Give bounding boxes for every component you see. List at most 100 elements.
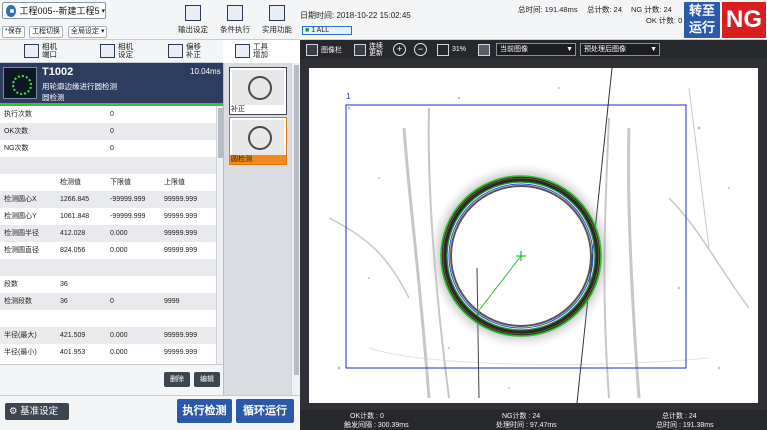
- row-value: 0: [110, 128, 114, 135]
- row-lower: 0.000: [110, 349, 128, 356]
- row-label: 检测段数: [4, 298, 32, 305]
- crosshair-icon: [478, 43, 490, 56]
- refresh-icon: [354, 43, 366, 56]
- row-upper: 99999.999: [164, 332, 198, 339]
- add-tool-icon: [235, 44, 250, 58]
- continuous-update-button[interactable]: 连续更新: [354, 42, 385, 57]
- inspection-image[interactable]: [309, 68, 758, 403]
- save-button[interactable]: *保存: [2, 26, 25, 38]
- row-label: NG次数: [4, 145, 29, 152]
- chevron-down-icon: ▼: [566, 46, 573, 53]
- row-upper: 99999.999: [164, 247, 198, 254]
- output-settings-button[interactable]: 输出设定: [173, 1, 213, 39]
- row-lower: -99999.999: [110, 196, 146, 203]
- total-time: 总时间: 191.48ms: [518, 5, 578, 14]
- row-label: 段数: [4, 281, 18, 288]
- edit-button[interactable]: 编辑: [194, 372, 220, 387]
- camera-icon: [24, 44, 39, 58]
- tool-subtitle: 圆检测: [42, 93, 65, 102]
- preprocess-image-select[interactable]: 预处理后图像 ▼: [580, 43, 660, 56]
- camera-settings-icon: [100, 44, 115, 58]
- thumbnail-compensation[interactable]: 补正: [229, 67, 287, 115]
- thumbnail-circle-detect[interactable]: 圆检测: [229, 117, 287, 165]
- export-icon: [185, 5, 201, 21]
- crosshair-button[interactable]: [478, 42, 493, 57]
- table-row[interactable]: 段数 36: [0, 276, 216, 293]
- thumbnail-scrollbar[interactable]: [291, 63, 300, 395]
- image-bar-button[interactable]: 图像栏: [306, 42, 342, 57]
- table-row[interactable]: 半径(最小) 401.953 0.000 99999.999: [0, 344, 216, 361]
- image-bar-label: 图像栏: [321, 46, 342, 54]
- tool-card[interactable]: T1002 10.04ms 用轮廓边缘进行圆检测 圆检测: [0, 63, 223, 106]
- project-title: 工程005--新建工程5: [19, 6, 100, 16]
- camera-settings-button[interactable]: 相机设定: [100, 40, 138, 62]
- detail-panel: 执行次数 0 OK次数 0 NG次数 0 检测值 下限值 上限值 检测圆心X 1…: [0, 106, 216, 364]
- camera-port-button[interactable]: 相机端口: [24, 40, 62, 62]
- switch-to-run-button[interactable]: 转至运行: [684, 2, 720, 38]
- badge-all: ALL: [316, 27, 330, 34]
- exec-count-row: 执行次数 0: [0, 106, 216, 123]
- run-detect-button[interactable]: 执行检测: [177, 399, 232, 423]
- zoom-level: 31%: [452, 46, 467, 53]
- roi-label: 1: [346, 92, 351, 101]
- table-row[interactable]: 检测圆心Y 1061.848 -99999.999 99999.999: [0, 208, 216, 225]
- detail-scrollbar[interactable]: [216, 106, 223, 364]
- preprocess-image-value: 预处理后图像: [584, 46, 626, 53]
- inspection-overlay: [328, 68, 750, 403]
- row-measured: 824.056: [60, 247, 86, 254]
- tool-thumbnail-list: 补正 圆检测: [223, 63, 291, 395]
- thumbnail-image: [232, 120, 284, 156]
- global-settings-button[interactable]: 全局设定 ▾: [68, 26, 108, 38]
- ok-count: OK 计数: 0: [646, 16, 683, 25]
- base-settings-button[interactable]: ⚙ 基准设定: [5, 403, 69, 420]
- left-nav-bar: 相机端口 相机设定 偏移补正 工具增加: [0, 40, 268, 63]
- row-measured: 36: [60, 298, 68, 305]
- ng-count-row: NG次数 0: [0, 140, 216, 157]
- gear-icon: [6, 4, 17, 17]
- thumbnail-label: 补正: [230, 105, 286, 114]
- delete-button[interactable]: 删除: [164, 372, 190, 387]
- spacer-row: [0, 157, 216, 174]
- stats-trigger-interval: 触发间隔 : 300.39ms: [344, 422, 409, 429]
- table-header: 检测值 下限值 上限值: [0, 174, 216, 191]
- row-label: 检测圆心X: [4, 196, 37, 203]
- add-tool-button[interactable]: 工具增加: [235, 40, 273, 62]
- row-measured: 421.509: [60, 332, 86, 339]
- result-badge: NG: [722, 2, 766, 38]
- conditional-exec-button[interactable]: 条件执行: [215, 1, 255, 39]
- zoom-out-icon: −: [414, 43, 427, 56]
- image-bar-icon: [306, 43, 318, 56]
- datetime-display: 日期时间: 2018-10-22 15:02:45: [300, 11, 411, 20]
- row-value: 0: [110, 111, 114, 118]
- fit-button[interactable]: 31%: [437, 42, 466, 57]
- current-image-select[interactable]: 当前图像 ▼: [496, 43, 576, 56]
- utilities-button[interactable]: 实用功能: [257, 1, 297, 39]
- add-tool-label: 工具增加: [253, 42, 268, 59]
- stats-process-time: 处理时间 : 97.47ms: [496, 422, 557, 429]
- table-row[interactable]: 检测圆心X 1266.845 -99999.999 99999.999: [0, 191, 216, 208]
- table-row[interactable]: 检测段数 36 0 9999: [0, 293, 216, 310]
- row-measured: 1266.845: [60, 196, 90, 203]
- table-row[interactable]: 半径(最大) 421.509 0.000 99999.999: [0, 327, 216, 344]
- project-switch-button[interactable]: 工程切换: [29, 26, 63, 38]
- zoom-in-button[interactable]: +: [393, 42, 408, 57]
- camera-port-label: 相机端口: [42, 42, 57, 59]
- row-label: 执行次数: [4, 111, 32, 118]
- zoom-out-button[interactable]: −: [414, 42, 429, 57]
- thumbnail-label: 圆检测: [230, 155, 286, 164]
- settings-icon: ⚙: [9, 406, 18, 417]
- scroll-thumb[interactable]: [294, 65, 299, 375]
- ok-indicator-icon: ■: [305, 27, 310, 34]
- row-upper: 99999.999: [164, 196, 198, 203]
- project-selector[interactable]: 工程005--新建工程5 ▾: [2, 2, 106, 19]
- compensation-button[interactable]: 偏移补正: [168, 40, 206, 62]
- tools-icon: [269, 5, 285, 21]
- thumbnail-image: [232, 70, 284, 106]
- table-row[interactable]: 检测圆直径 824.056 0.000 99999.999: [0, 242, 216, 259]
- chevron-down-icon: ▾: [101, 7, 105, 15]
- table-row[interactable]: 检测圆半径 412.028 0.000 99999.999: [0, 225, 216, 242]
- loop-run-button[interactable]: 循环运行: [236, 399, 294, 423]
- utilities-label: 实用功能: [262, 25, 292, 34]
- row-label: 半径(最小): [4, 349, 37, 356]
- row-measured: 412.028: [60, 230, 86, 237]
